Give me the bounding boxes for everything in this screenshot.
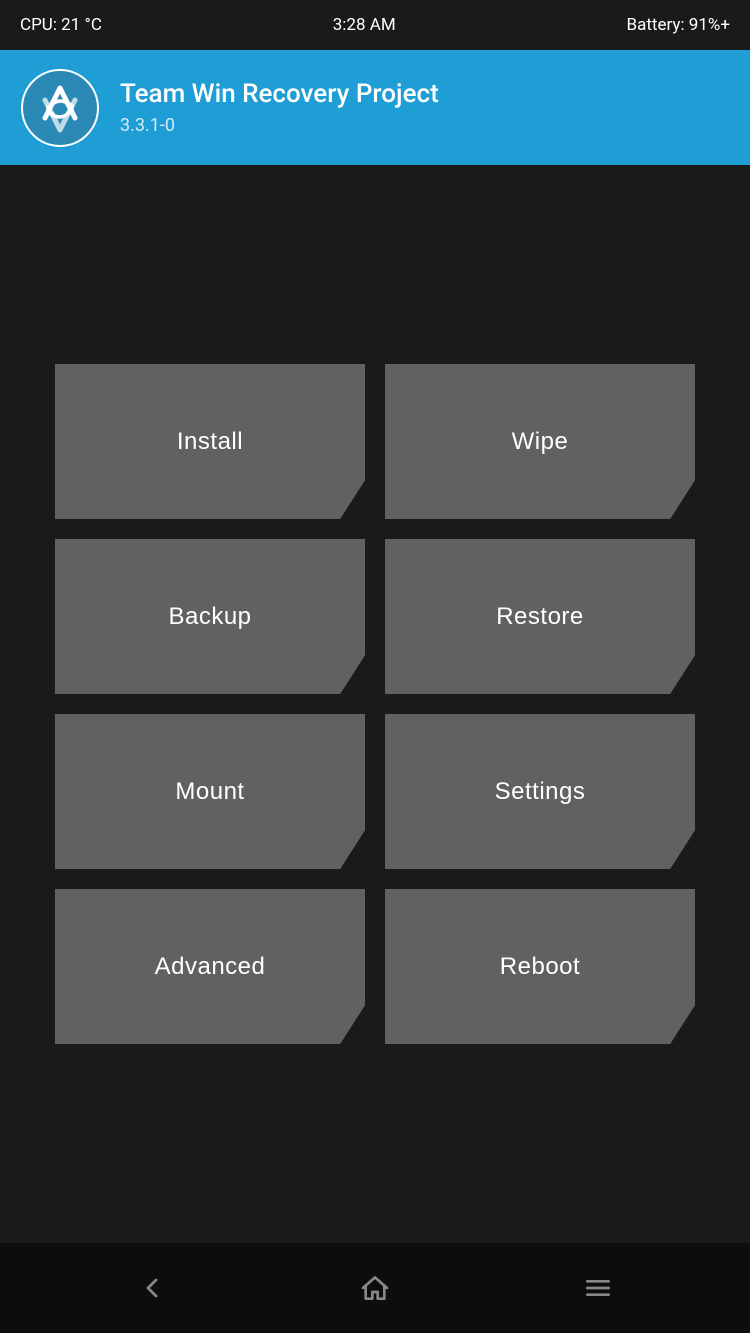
app-logo: [20, 68, 100, 148]
settings-button[interactable]: Settings: [385, 714, 695, 869]
advanced-button[interactable]: Advanced: [55, 889, 365, 1044]
button-row-3: Mount Settings: [30, 714, 720, 869]
mount-button[interactable]: Mount: [55, 714, 365, 869]
header-text-block: Team Win Recovery Project 3.3.1-0: [120, 79, 439, 135]
backup-button[interactable]: Backup: [55, 539, 365, 694]
cpu-status: CPU: 21 °C: [20, 15, 102, 35]
wipe-label: Wipe: [512, 428, 569, 456]
restore-button[interactable]: Restore: [385, 539, 695, 694]
app-version: 3.3.1-0: [120, 115, 439, 136]
settings-label: Settings: [495, 778, 586, 806]
button-row-1: Install Wipe: [30, 364, 720, 519]
home-nav-button[interactable]: [345, 1258, 405, 1318]
restore-label: Restore: [496, 603, 584, 631]
app-title: Team Win Recovery Project: [120, 79, 439, 110]
back-nav-button[interactable]: [122, 1258, 182, 1318]
install-button[interactable]: Install: [55, 364, 365, 519]
mount-label: Mount: [175, 778, 244, 806]
status-bar: CPU: 21 °C 3:28 AM Battery: 91%+: [0, 0, 750, 50]
time-display: 3:28 AM: [333, 15, 396, 35]
button-row-4: Advanced Reboot: [30, 889, 720, 1044]
nav-bar: [0, 1243, 750, 1333]
backup-label: Backup: [168, 603, 251, 631]
reboot-button[interactable]: Reboot: [385, 889, 695, 1044]
reboot-label: Reboot: [500, 953, 580, 981]
advanced-label: Advanced: [155, 953, 266, 981]
install-label: Install: [177, 428, 243, 456]
menu-nav-button[interactable]: [568, 1258, 628, 1318]
wipe-button[interactable]: Wipe: [385, 364, 695, 519]
battery-status: Battery: 91%+: [627, 15, 730, 35]
main-content: Install Wipe Backup Restore Mount Settin…: [0, 165, 750, 1243]
app-header: Team Win Recovery Project 3.3.1-0: [0, 50, 750, 165]
button-row-2: Backup Restore: [30, 539, 720, 694]
